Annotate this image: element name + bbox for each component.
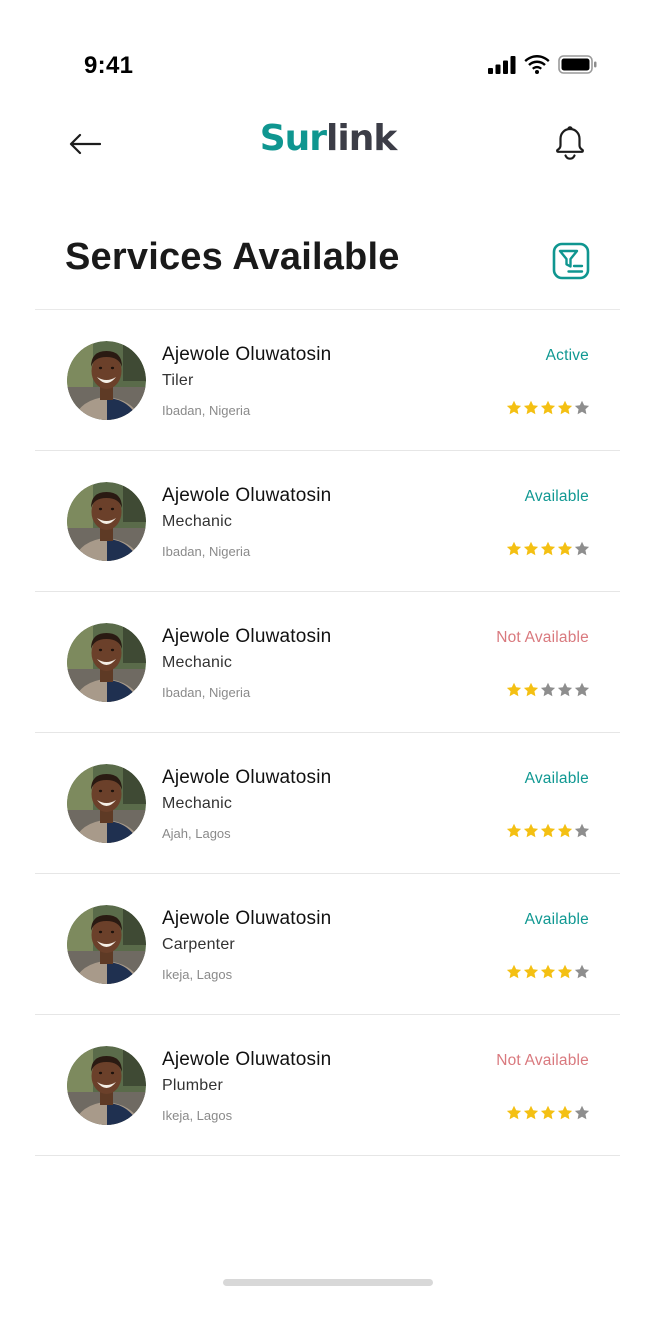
rating-stars <box>506 400 590 416</box>
availability-status: Available <box>524 488 589 505</box>
availability-status: Not Available <box>496 1052 589 1069</box>
provider-location: Ibadan, Nigeria <box>162 544 251 559</box>
provider-name: Ajewole Oluwatosin <box>162 626 332 647</box>
avatar <box>67 482 146 561</box>
star-filled-icon <box>540 541 556 556</box>
avatar-photo <box>67 1046 146 1125</box>
provider-name: Ajewole Oluwatosin <box>162 767 332 788</box>
filter-button[interactable] <box>550 240 592 282</box>
bell-icon <box>556 126 584 160</box>
star-filled-icon <box>523 682 539 697</box>
star-filled-icon <box>540 823 556 838</box>
provider-location: Ibadan, Nigeria <box>162 403 251 418</box>
avatar <box>67 1046 146 1125</box>
star-filled-icon <box>540 964 556 979</box>
star-filled-icon <box>540 1105 556 1120</box>
status-icons <box>488 55 598 74</box>
service-list-item[interactable]: Ajewole Oluwatosin Mechanic Ajah, Lagos Ava… <box>35 733 620 874</box>
star-filled-icon <box>523 541 539 556</box>
avatar-photo <box>67 341 146 420</box>
availability-status: Not Available <box>496 629 589 646</box>
star-filled-icon <box>557 400 573 415</box>
star-filled-icon <box>557 541 573 556</box>
star-empty-icon <box>574 964 590 979</box>
star-empty-icon <box>557 682 573 697</box>
provider-name: Ajewole Oluwatosin <box>162 908 332 929</box>
star-empty-icon <box>540 682 556 697</box>
star-filled-icon <box>523 1105 539 1120</box>
avatar <box>67 341 146 420</box>
star-filled-icon <box>506 400 522 415</box>
avatar-photo <box>67 764 146 843</box>
notifications-button[interactable] <box>548 122 592 166</box>
service-type: Mechanic <box>162 795 233 812</box>
service-list-item[interactable]: Ajewole Oluwatosin Mechanic Ibadan, Nigeri… <box>35 451 620 592</box>
wifi-icon <box>524 55 550 74</box>
star-filled-icon <box>506 1105 522 1120</box>
availability-status: Available <box>524 770 589 787</box>
logo-text-link: link <box>326 118 397 159</box>
service-type: Plumber <box>162 1077 223 1094</box>
star-filled-icon <box>506 964 522 979</box>
star-empty-icon <box>574 1105 590 1120</box>
home-indicator[interactable] <box>223 1279 433 1286</box>
service-list-item[interactable]: Ajewole Oluwatosin Carpenter Ikeja, Lagos A… <box>35 874 620 1015</box>
battery-icon <box>558 55 597 74</box>
status-bar: 9:41 <box>0 0 656 110</box>
star-filled-icon <box>540 400 556 415</box>
star-filled-icon <box>557 823 573 838</box>
avatar-photo <box>67 623 146 702</box>
availability-status: Available <box>524 911 589 928</box>
service-type: Mechanic <box>162 654 233 671</box>
provider-location: Ibadan, Nigeria <box>162 685 251 700</box>
star-empty-icon <box>574 682 590 697</box>
filter-clipboard-icon <box>552 242 590 280</box>
services-list: Ajewole Oluwatosin Tiler Ibadan, Nigeria Ac… <box>35 309 620 1156</box>
avatar-photo <box>67 482 146 561</box>
star-filled-icon <box>557 964 573 979</box>
service-list-item[interactable]: Ajewole Oluwatosin Plumber Ikeja, Lagos Not… <box>35 1015 620 1156</box>
status-time: 9:41 <box>84 52 134 79</box>
app-header: Surlink <box>0 110 656 180</box>
avatar-photo <box>67 905 146 984</box>
star-filled-icon <box>506 823 522 838</box>
provider-location: Ikeja, Lagos <box>162 967 233 982</box>
star-filled-icon <box>557 1105 573 1120</box>
avatar <box>67 623 146 702</box>
star-filled-icon <box>506 682 522 697</box>
service-list-item[interactable]: Ajewole Oluwatosin Mechanic Ibadan, Nigeri… <box>35 592 620 733</box>
logo-text-sur: Sur <box>259 118 327 159</box>
star-empty-icon <box>574 823 590 838</box>
avatar <box>67 905 146 984</box>
provider-location: Ajah, Lagos <box>162 826 231 841</box>
star-filled-icon <box>523 964 539 979</box>
rating-stars <box>506 541 590 557</box>
availability-status: Active <box>545 347 589 364</box>
provider-name: Ajewole Oluwatosin <box>162 485 332 506</box>
rating-stars <box>506 682 590 698</box>
provider-location: Ikeja, Lagos <box>162 1108 233 1123</box>
service-type: Tiler <box>162 372 194 389</box>
cellular-signal-icon <box>488 55 516 74</box>
provider-name: Ajewole Oluwatosin <box>162 1049 332 1070</box>
star-filled-icon <box>523 823 539 838</box>
rating-stars <box>506 1105 590 1121</box>
star-empty-icon <box>574 400 590 415</box>
service-type: Mechanic <box>162 513 233 530</box>
star-filled-icon <box>523 400 539 415</box>
star-empty-icon <box>574 541 590 556</box>
provider-name: Ajewole Oluwatosin <box>162 344 332 365</box>
rating-stars <box>506 964 590 980</box>
service-type: Carpenter <box>162 936 235 953</box>
star-filled-icon <box>506 541 522 556</box>
rating-stars <box>506 823 590 839</box>
avatar <box>67 764 146 843</box>
service-list-item[interactable]: Ajewole Oluwatosin Tiler Ibadan, Nigeria Ac… <box>35 310 620 451</box>
page-title: Services Available <box>65 236 400 278</box>
